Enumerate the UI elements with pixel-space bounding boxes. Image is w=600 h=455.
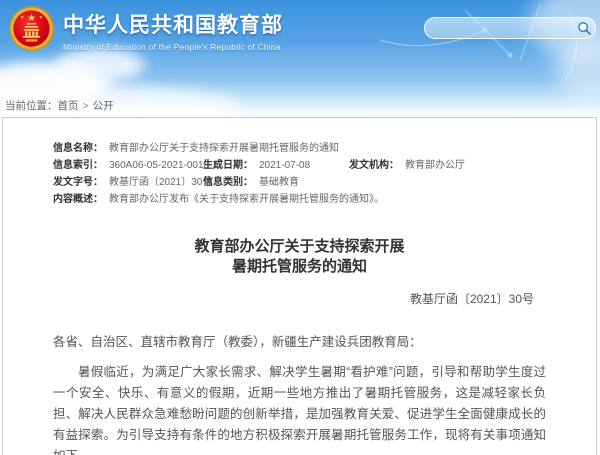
meta-row: 内容概述：教育部办公厅发布《关于支持探索开展暑期托管服务的通知》。	[53, 191, 546, 208]
svg-text:★: ★	[27, 13, 36, 24]
document-title: 教育部办公厅关于支持探索开展 暑期托管服务的通知	[53, 237, 546, 277]
svg-text:★: ★	[39, 15, 43, 21]
breadcrumb-prefix: 当前位置：	[5, 100, 58, 112]
search-input[interactable]	[435, 19, 577, 37]
breadcrumb-link-public[interactable]: 公开	[93, 100, 114, 112]
search-button[interactable]	[577, 20, 592, 36]
meta-field-info-index: 信息索引：360A06-05-2021-0018-1	[53, 157, 203, 174]
document-meta: 信息名称：教育部办公厅关于支持探索开展暑期托管服务的通知 信息索引：360A06…	[53, 140, 546, 208]
document-panel: 信息名称：教育部办公厅关于支持探索开展暑期托管服务的通知 信息索引：360A06…	[2, 117, 597, 455]
meta-row: 信息索引：360A06-05-2021-0018-1 生成日期：2021-07-…	[53, 157, 546, 174]
search-box[interactable]	[424, 17, 596, 39]
search-icon	[577, 21, 592, 36]
site-title-en: Ministry of Education of the People's Re…	[63, 42, 283, 52]
meta-row: 发文字号：教基厅函〔2021〕30号 信息类别：基础教育	[53, 174, 546, 191]
meta-field-generated-date: 生成日期：2021-07-08	[203, 157, 349, 174]
meta-field-info-category: 信息类别：基础教育	[203, 174, 299, 191]
breadcrumb: 当前位置：首页 > 公开	[5, 98, 114, 113]
document-salutation: 各省、自治区、直辖市教育厅（教委），新疆生产建设兵团教育局：	[53, 332, 546, 353]
document-title-line1: 教育部办公厅关于支持探索开展	[53, 237, 546, 257]
document-paragraph: 暑假临近，为满足广大家长需求、解决学生暑期“看护难”问题，引导和帮助学生度过一个…	[53, 362, 546, 455]
china-national-emblem-icon: ★ ★ ★	[8, 5, 55, 52]
meta-field-issuing-agency: 发文机构：教育部办公厅	[349, 157, 465, 174]
meta-field-doc-number: 发文字号：教基厅函〔2021〕30号	[53, 174, 203, 191]
meta-field-info-name: 信息名称：教育部办公厅关于支持探索开展暑期托管服务的通知	[53, 140, 339, 157]
site-home-link[interactable]: ★ ★ ★ 中华人民共和国教育部 Ministry of Education o…	[8, 5, 283, 52]
cloud-decoration	[55, 48, 145, 82]
document-number: 教基厅函〔2021〕30号	[53, 290, 546, 307]
document-title-line2: 暑期托管服务的通知	[53, 257, 546, 277]
meta-field-summary: 内容概述：教育部办公厅发布《关于支持探索开展暑期托管服务的通知》。	[53, 191, 384, 208]
site-title-cn: 中华人民共和国教育部	[63, 9, 283, 39]
svg-text:★: ★	[20, 15, 24, 21]
breadcrumb-separator: >	[83, 100, 89, 112]
site-header: ★ ★ ★ 中华人民共和国教育部 Ministry of Education o…	[0, 0, 600, 117]
dandelion-decoration	[370, 0, 600, 95]
breadcrumb-link-home[interactable]: 首页	[58, 100, 79, 112]
meta-row: 信息名称：教育部办公厅关于支持探索开展暑期托管服务的通知	[53, 140, 546, 157]
